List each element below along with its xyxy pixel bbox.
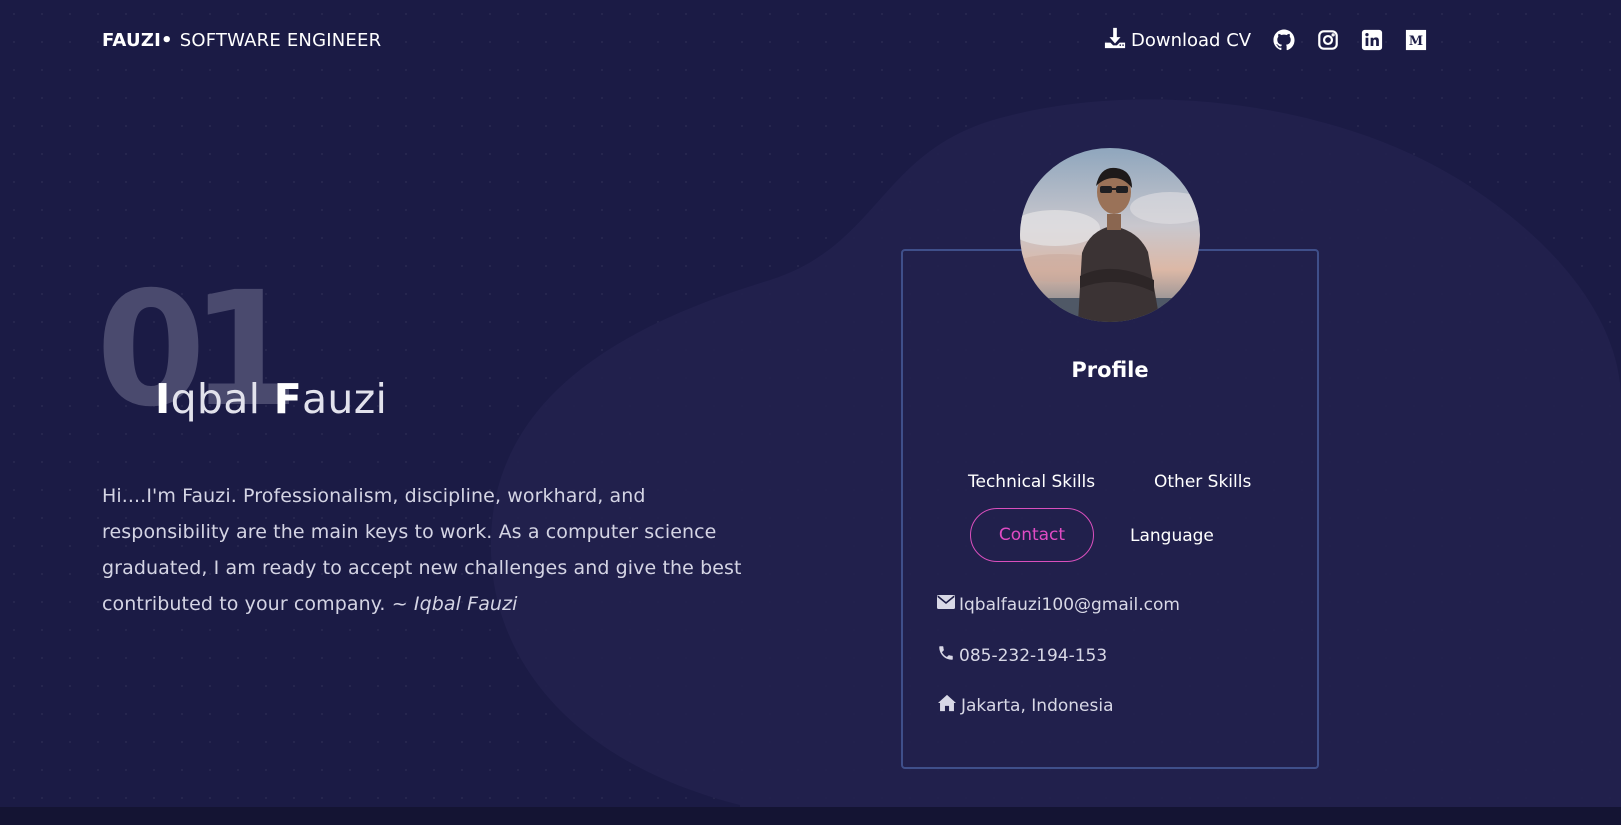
- name-first-rest: qbal: [170, 375, 261, 423]
- tab-other-skills[interactable]: Other Skills: [1154, 472, 1251, 492]
- medium-icon[interactable]: M: [1405, 29, 1427, 51]
- brand-name: FAUZI: [102, 29, 161, 51]
- bottom-edge: [0, 807, 1621, 825]
- home-icon: [937, 694, 961, 717]
- profile-avatar: [1020, 148, 1200, 322]
- brand-separator: •: [160, 29, 173, 51]
- bio-paragraph: Hi....I'm Fauzi. Professionalism, discip…: [102, 478, 762, 622]
- instagram-icon[interactable]: [1317, 29, 1339, 51]
- tab-contact-label: Contact: [998, 525, 1066, 545]
- profile-title: Profile: [1071, 358, 1149, 382]
- tab-language[interactable]: Language: [1130, 526, 1214, 546]
- name-first-initial: I: [155, 375, 171, 423]
- name-last-rest: auzi: [302, 375, 388, 423]
- contact-email: Iqbalfauzi100@gmail.com: [937, 594, 1180, 615]
- contact-email-text: Iqbalfauzi100@gmail.com: [959, 594, 1180, 615]
- site-header-brand: FAUZI • SOFTWARE ENGINEER: [102, 28, 381, 52]
- download-cv-link[interactable]: Download CV: [1104, 27, 1251, 54]
- hero-name: Iqbal Fauzi: [155, 374, 387, 424]
- linkedin-icon[interactable]: [1361, 29, 1383, 51]
- download-cv-label: Download CV: [1131, 29, 1252, 51]
- name-last-initial: F: [273, 375, 302, 423]
- bio-signature: ~ Iqbal Fauzi: [391, 593, 518, 615]
- contact-phone: 085-232-194-153: [937, 644, 1107, 667]
- github-icon[interactable]: [1273, 29, 1295, 51]
- brand-role: SOFTWARE ENGINEER: [179, 29, 382, 51]
- envelope-icon: [937, 594, 959, 615]
- tab-contact[interactable]: Contact: [970, 508, 1094, 562]
- profile-card: [901, 249, 1319, 769]
- tab-technical-skills[interactable]: Technical Skills: [968, 472, 1095, 492]
- svg-text:M: M: [1409, 34, 1423, 49]
- contact-address: Jakarta, Indonesia: [937, 694, 1114, 717]
- contact-address-text: Jakarta, Indonesia: [961, 695, 1114, 716]
- header-actions: Download CV M: [1104, 26, 1427, 54]
- contact-phone-text: 085-232-194-153: [959, 645, 1108, 666]
- download-icon: [1104, 27, 1131, 54]
- phone-icon: [937, 644, 959, 667]
